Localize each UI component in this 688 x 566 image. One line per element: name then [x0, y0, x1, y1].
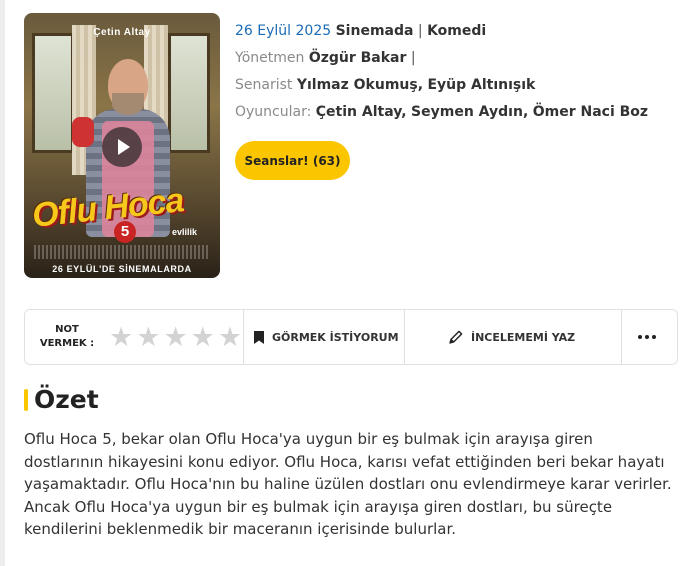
poster-actor-glove	[72, 117, 94, 147]
release-type: Sinemada	[335, 23, 414, 39]
summary-header: Özet	[24, 385, 99, 414]
star-icon[interactable]: ★	[163, 324, 187, 351]
action-bar: NOT VERMEK : ★ ★ ★ ★ ★ GÖRMEK İSTİYORUM …	[24, 309, 678, 365]
movie-poster[interactable]: Çetin Altay Oflu Hoca 5 evlilik 26 EYLÜL…	[24, 13, 220, 278]
rate-label: NOT VERMEK :	[25, 323, 109, 351]
poster-logo-title: Oflu Hoca	[30, 181, 186, 235]
director-label: Yönetmen	[235, 50, 305, 66]
more-dots-icon	[637, 335, 656, 339]
play-icon[interactable]	[102, 127, 142, 167]
write-review-label: İNCELEMEMİ YAZ	[471, 330, 576, 344]
summary-accent-bar	[24, 388, 28, 411]
cast-label: Oyuncular:	[235, 104, 312, 120]
rate-label-line: NOT	[55, 324, 79, 335]
genre-link[interactable]: Komedi	[427, 23, 486, 39]
writer-link[interactable]: Yılmaz Okumuş	[297, 77, 418, 93]
poster-logo-subtitle: evlilik	[172, 227, 198, 237]
poster-release-line: 26 EYLÜL'DE SİNEMALARDA	[52, 264, 192, 274]
meta-release-row: 26 Eylül 2025 Sinemada | Komedi	[235, 18, 648, 45]
cast-link[interactable]: Çetin Altay	[316, 104, 401, 120]
meta-writer-row: Senarist Yılmaz Okumuş, Eyüp Altınışık	[235, 77, 536, 93]
poster-logo-number: 5	[114, 221, 136, 243]
poster-actor-beard	[112, 93, 144, 115]
star-icon[interactable]: ★	[218, 324, 242, 351]
rate-label-line: VERMEK :	[39, 338, 95, 349]
summary-text: Oflu Hoca 5, bekar olan Oflu Hoca'ya uyg…	[24, 430, 672, 539]
star-icon[interactable]: ★	[109, 324, 133, 351]
separator: |	[410, 50, 416, 66]
poster-window	[32, 33, 74, 153]
cast-link[interactable]: Seymen Aydın	[411, 104, 523, 120]
poster-credits	[34, 245, 210, 259]
poster-logo: Oflu Hoca 5 evlilik	[30, 181, 216, 243]
showtimes-button[interactable]: Seanslar! (63)	[235, 141, 350, 180]
poster-actor-name: Çetin Altay	[93, 27, 151, 38]
writer-label: Senarist	[235, 77, 293, 93]
poster-window	[168, 33, 210, 153]
want-to-watch-label: GÖRMEK İSTİYORUM	[272, 330, 399, 344]
want-to-watch-button[interactable]: GÖRMEK İSTİYORUM	[243, 310, 404, 364]
write-review-button[interactable]: İNCELEMEMİ YAZ	[404, 310, 621, 364]
release-date[interactable]: 26 Eylül 2025	[235, 23, 331, 39]
pencil-icon	[449, 330, 463, 344]
separator: |	[417, 23, 423, 39]
star-rating[interactable]: ★ ★ ★ ★ ★	[109, 324, 243, 351]
writer-link[interactable]: Eyüp Altınışık	[427, 77, 535, 93]
meta-director-row: Yönetmen Özgür Bakar |	[235, 45, 648, 72]
meta-cast-row: Oyuncular: Çetin Altay, Seymen Aydın, Öm…	[235, 104, 649, 120]
cast-link[interactable]: Ömer Naci Boz	[533, 104, 648, 120]
summary-title: Özet	[34, 385, 99, 414]
more-options-button[interactable]	[621, 310, 671, 364]
star-icon[interactable]: ★	[136, 324, 160, 351]
bookmark-icon	[254, 330, 264, 344]
director-link[interactable]: Özgür Bakar	[309, 50, 407, 66]
left-border	[0, 0, 5, 566]
star-icon[interactable]: ★	[191, 324, 215, 351]
movie-meta: 26 Eylül 2025 Sinemada | Komedi Yönetmen…	[235, 18, 648, 126]
